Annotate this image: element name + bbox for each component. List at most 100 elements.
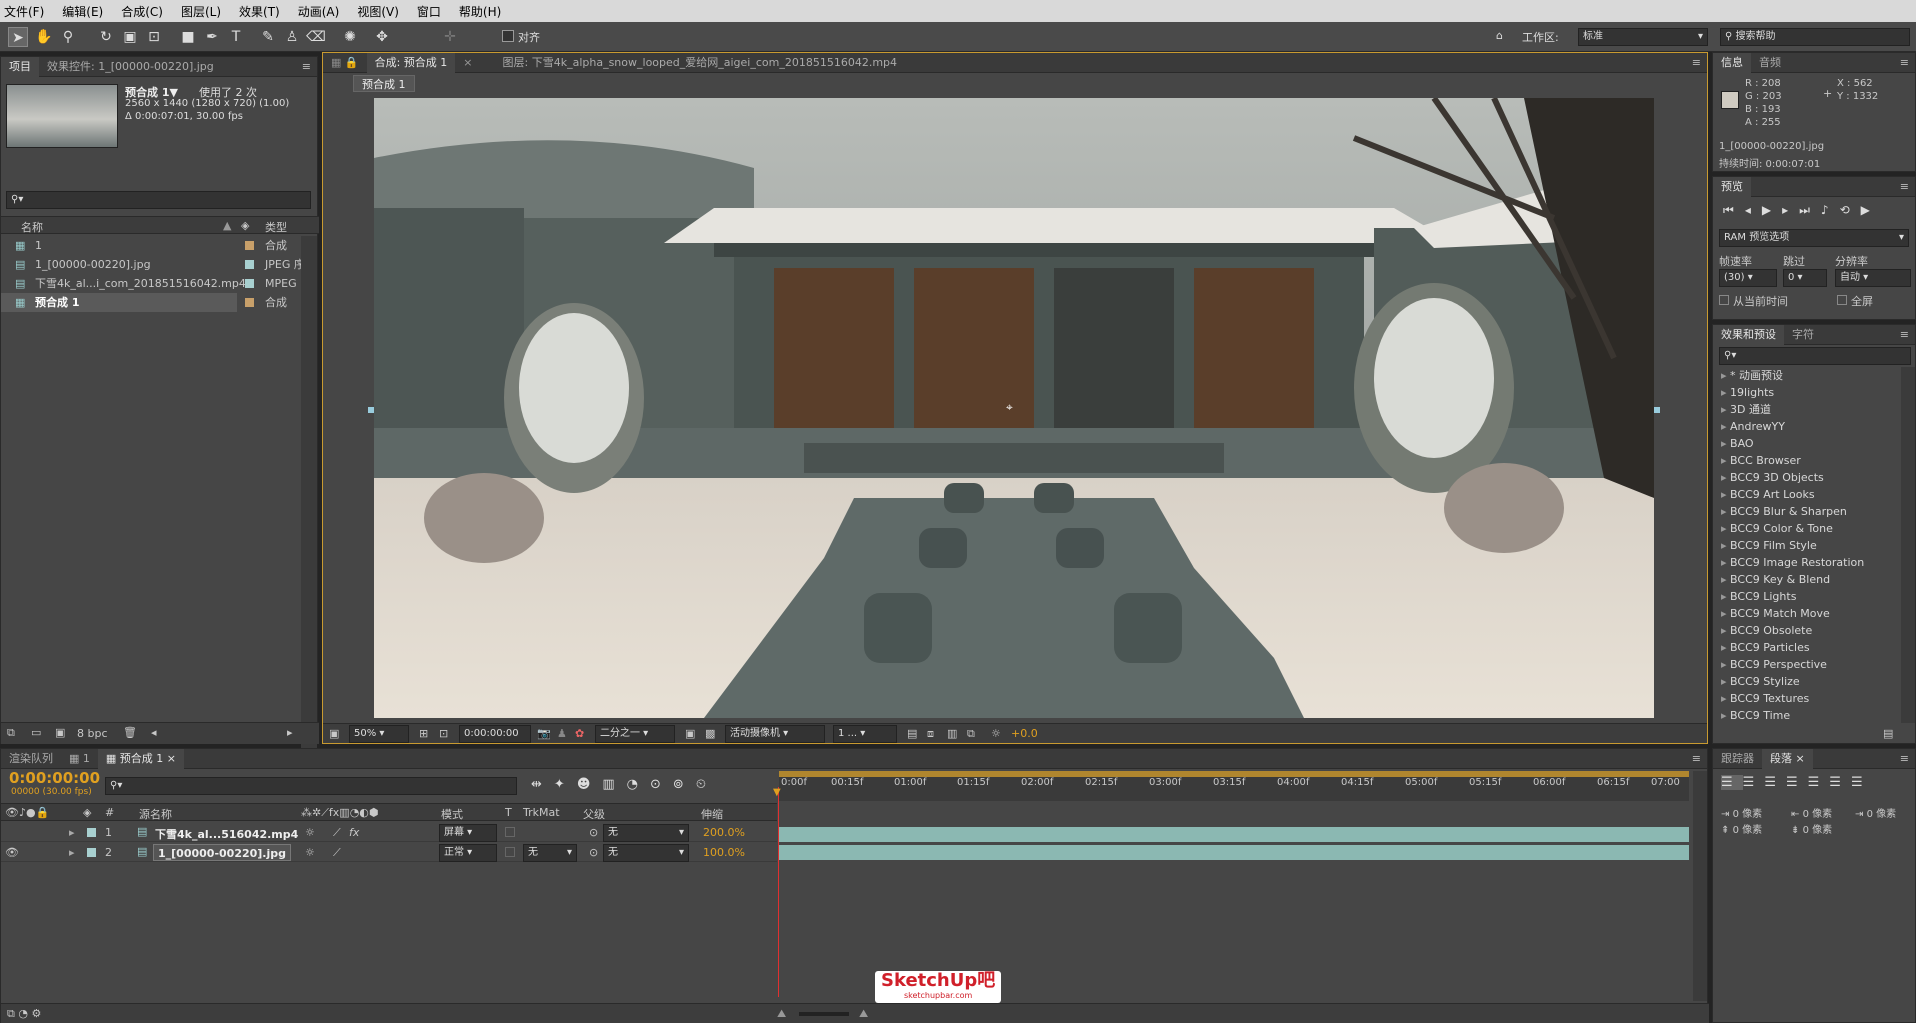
list-item[interactable]: BCC9 Color & Tone [1713, 520, 1899, 537]
tab-layer[interactable]: 图层: 下雪4k_alpha_snow_looped_爱给网_aigei_com… [495, 53, 906, 73]
current-timecode[interactable]: 0:00:00:00 [9, 769, 100, 787]
table-row[interactable]: ▸ 1 ▤ 下雪4k_al...516042.mp4 ☼ ⟋ fx 屏幕 ▾ ⊙… [1, 823, 777, 842]
list-item[interactable]: BCC9 Film Style [1713, 537, 1899, 554]
space-before[interactable]: ⇞ 0 像素 [1721, 821, 1762, 836]
current-time-field[interactable]: 0:00:00:00 [459, 725, 531, 743]
left-handle[interactable] [368, 407, 374, 413]
view-layout-select[interactable]: 1 ... ▾ [833, 725, 897, 743]
clone-stamp-tool-icon[interactable]: ♙ [282, 27, 302, 47]
timeline-search-input[interactable]: ⚲▾ [105, 777, 517, 795]
tab-effect-controls[interactable]: 效果控件: 1_[00000-00220].jpg [39, 57, 222, 77]
pick-whip-icon[interactable]: ⊙ [589, 826, 598, 839]
label-color-swatch[interactable] [87, 828, 96, 837]
pick-whip-icon[interactable]: ⊙ [589, 846, 598, 859]
justify-all-icon[interactable]: ☰ [1851, 775, 1873, 790]
tab-effects-presets[interactable]: 效果和预设 [1713, 324, 1784, 345]
label-color-swatch[interactable] [245, 260, 254, 269]
space-after[interactable]: ⇟ 0 像素 [1791, 821, 1832, 836]
play-icon[interactable]: ▶ [1762, 203, 1782, 217]
frame-blending-icon[interactable]: ▥ [602, 777, 626, 792]
anchor-point-icon[interactable]: ⌖ [1006, 400, 1013, 415]
type-tool-icon[interactable]: T [226, 27, 246, 47]
timeline-zoom-slider[interactable] [799, 1012, 849, 1016]
effects-scrollbar[interactable] [1901, 367, 1915, 723]
quality-switch-icon[interactable]: ⟋ [333, 846, 341, 860]
tab-info[interactable]: 信息 [1713, 52, 1751, 73]
workspace-select[interactable]: 标准 ▾ [1578, 28, 1708, 46]
justify-left-icon[interactable]: ☰ [1786, 775, 1808, 790]
list-item[interactable]: BCC9 Perspective [1713, 656, 1899, 673]
help-search-input[interactable]: ⚲ 搜索帮助 [1720, 28, 1910, 46]
panel-menu-icon[interactable]: ≡ [1692, 56, 1701, 69]
eraser-tool-icon[interactable]: ⌫ [306, 27, 326, 47]
new-preset-icon[interactable]: ▤ [1883, 727, 1893, 740]
menu-effect[interactable]: 效果(T) [239, 3, 280, 20]
column-name[interactable]: 名称 [21, 219, 43, 235]
frame-rate-select[interactable]: (30) ▾ [1719, 269, 1777, 287]
roto-brush-tool-icon[interactable]: ✺ [340, 27, 360, 47]
camera-select[interactable]: 活动摄像机 ▾ [725, 725, 825, 743]
selection-tool-icon[interactable]: ➤ [8, 27, 28, 47]
column-type[interactable]: 类型 [265, 219, 287, 235]
list-item[interactable]: AndrewYY [1713, 418, 1899, 435]
shy-icon[interactable]: ☻ [577, 777, 603, 792]
transparency-grid-icon[interactable]: ▩ [705, 727, 715, 740]
list-item[interactable]: BCC9 3D Objects [1713, 469, 1899, 486]
previous-frame-icon[interactable]: ◂ [1745, 203, 1762, 217]
list-item[interactable]: BCC9 Time [1713, 707, 1899, 724]
brush-tool-icon[interactable]: ✎ [258, 27, 278, 47]
first-frame-icon[interactable]: ⏮ [1723, 203, 1745, 217]
new-composition-icon[interactable]: ▣ [55, 726, 65, 739]
expand-arrow-icon[interactable]: ▸ [69, 826, 75, 839]
project-scrollbar[interactable] [301, 236, 317, 766]
last-frame-icon[interactable]: ⏭ [1799, 203, 1821, 217]
audio-icon[interactable]: ♪ [1821, 203, 1840, 217]
panel-menu-icon[interactable]: ≡ [1692, 752, 1701, 765]
menu-help[interactable]: 帮助(H) [459, 3, 501, 20]
tab-preview[interactable]: 预览 [1713, 176, 1751, 197]
from-current-time-checkbox[interactable] [1719, 295, 1729, 305]
exposure-value[interactable]: +0.0 [1011, 727, 1038, 740]
timeline-icon[interactable]: ▥ [947, 727, 957, 740]
panel-menu-icon[interactable]: ≡ [302, 60, 311, 73]
list-item[interactable]: ▤ 下雪4k_al...i_com_201851516042.mp4 MPEG [1, 274, 301, 293]
close-icon[interactable]: × [455, 53, 480, 73]
fast-previews-icon[interactable]: ⧈ [927, 727, 934, 741]
list-item[interactable]: BCC9 Key & Blend [1713, 571, 1899, 588]
interpret-footage-icon[interactable]: ⧉ [7, 726, 15, 740]
toggle-pixel-aspect-icon[interactable]: ▤ [907, 727, 917, 740]
playhead-icon[interactable]: ▼ [773, 787, 781, 798]
tab-tracker[interactable]: 跟踪器 [1713, 749, 1762, 769]
next-frame-icon[interactable]: ▸ [1782, 203, 1799, 217]
skip-select[interactable]: 0 ▾ [1783, 269, 1827, 287]
tab-render-queue[interactable]: 渲染队列 [1, 749, 61, 769]
quality-switch-icon[interactable]: ⟋ [333, 826, 341, 840]
zoom-in-icon[interactable]: ⛰ [859, 1007, 868, 1021]
lock-icon[interactable]: ▦ 🔒 [323, 53, 367, 73]
menu-view[interactable]: 视图(V) [357, 3, 399, 20]
list-item[interactable]: ▦ 1 合成 [1, 236, 301, 255]
tab-project[interactable]: 项目 [1, 56, 39, 77]
rotate-tool-icon[interactable]: ↻ [96, 27, 116, 47]
align-right-icon[interactable]: ☰ [1764, 775, 1786, 790]
list-item[interactable]: BCC9 Stylize [1713, 673, 1899, 690]
tab-audio[interactable]: 音频 [1751, 53, 1789, 73]
panel-menu-icon[interactable]: ≡ [1900, 752, 1909, 765]
list-item[interactable]: 3D 通道 [1713, 401, 1899, 418]
preserve-transparency-checkbox[interactable] [505, 827, 515, 837]
zoom-tool-icon[interactable]: ⚲ [58, 27, 78, 47]
label-color-swatch[interactable] [245, 279, 254, 288]
tab-comp-1[interactable]: ▦ 1 [61, 749, 98, 769]
rectangle-tool-icon[interactable]: ■ [178, 27, 198, 47]
motion-blur-icon[interactable]: ◔ [627, 777, 650, 792]
hand-tool-icon[interactable]: ✋ [34, 27, 54, 47]
list-item[interactable]: BCC9 Art Looks [1713, 486, 1899, 503]
list-item[interactable]: * 动画预设 [1713, 367, 1899, 384]
panel-menu-icon[interactable]: ≡ [1900, 328, 1909, 341]
table-row[interactable]: 👁 ▸ 2 ▤ 1_[00000-00220].jpg ☼ ⟋ 正常 ▾ 无 ▾ … [1, 843, 777, 862]
list-item[interactable]: BCC9 Image Restoration [1713, 554, 1899, 571]
draft-3d-icon[interactable]: ✦ [554, 777, 577, 792]
expand-arrow-icon[interactable]: ▸ [69, 846, 75, 859]
snapshot-icon[interactable]: 📷 [537, 727, 551, 740]
layer-name[interactable]: 下雪4k_al...516042.mp4 [155, 826, 298, 842]
